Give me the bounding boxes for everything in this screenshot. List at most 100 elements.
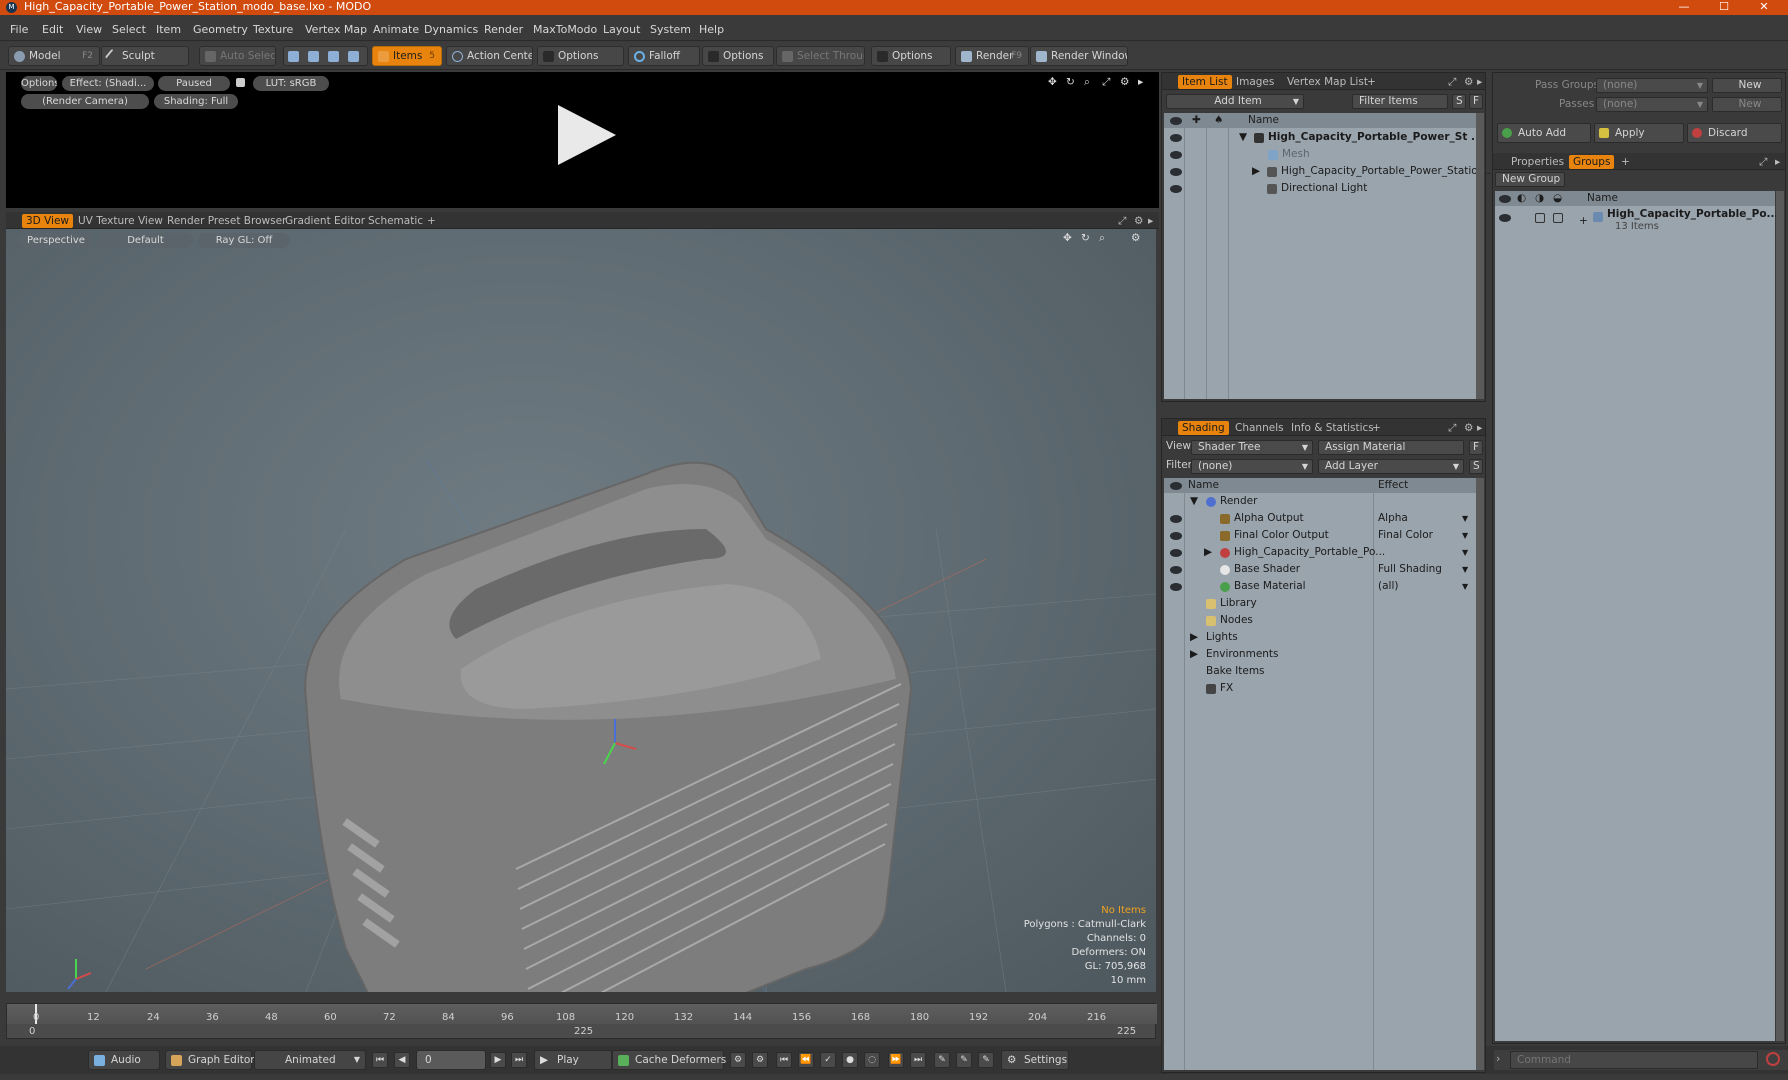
eye-icon[interactable] — [1170, 583, 1182, 591]
edge-mode-icon[interactable] — [308, 51, 319, 62]
3d-viewport[interactable]: Perspective Default Ray GL: Off ✥ ↻ ⌕ ⚙ … — [6, 229, 1156, 992]
chevron-down-icon[interactable]: ▼ — [1462, 561, 1468, 578]
panel-menu-icon[interactable]: ▸ — [1771, 155, 1784, 169]
effect-dropdown[interactable]: Effect: (Shadi... — [62, 76, 154, 91]
animated-dropdown[interactable]: Animated ▼ — [254, 1050, 366, 1070]
tab-properties[interactable]: Properties — [1507, 155, 1568, 169]
perspective-dropdown[interactable]: Perspective — [19, 233, 93, 248]
menu-dynamics[interactable]: Dynamics — [424, 23, 478, 36]
search-toggle-button[interactable]: S — [1452, 94, 1466, 109]
filter-toggle-button[interactable]: F — [1469, 440, 1483, 455]
lock-column-icon[interactable]: ◑ — [1535, 191, 1544, 206]
tab-uv-texture-view[interactable]: UV Texture View — [74, 214, 167, 228]
shader-row-lights[interactable]: ▶ Lights — [1164, 629, 1476, 646]
key-tool-icon[interactable]: ✎ — [978, 1052, 994, 1068]
panel-menu-icon[interactable]: ▸ — [1144, 214, 1157, 228]
select-through-button[interactable]: Select Through — [776, 46, 865, 66]
filter-toggle-button[interactable]: F — [1469, 94, 1483, 109]
cache-deformers-button[interactable]: Cache Deformers — [612, 1050, 726, 1070]
current-frame-input[interactable]: 0 — [416, 1050, 486, 1070]
menu-render[interactable]: Render — [484, 23, 523, 36]
maximize-view-icon[interactable]: ⤢ — [1102, 76, 1110, 89]
keyframe-icon[interactable]: ⚙ — [730, 1052, 746, 1068]
add-tab-icon[interactable]: + — [1368, 421, 1385, 435]
chevron-down-icon[interactable]: ▼ — [1462, 510, 1468, 527]
menu-vertex-map[interactable]: Vertex Map — [305, 23, 367, 36]
render-column-icon[interactable]: ◐ — [1517, 191, 1526, 206]
shader-row-environments[interactable]: ▶ Environments — [1164, 646, 1476, 663]
select-through-options-button[interactable]: Options — [871, 46, 951, 66]
apply-button[interactable]: Apply — [1594, 123, 1684, 143]
maximize-view-icon[interactable]: ⤢ — [1114, 214, 1130, 228]
new-group-button[interactable]: New Group — [1495, 172, 1565, 187]
panel-menu-icon[interactable]: ▸ — [1473, 75, 1486, 89]
action-center-button[interactable]: Action Center — [446, 46, 533, 66]
panel-menu-icon[interactable]: ▸ — [1138, 76, 1143, 88]
expand-arrow-icon[interactable]: ▼ — [1190, 493, 1198, 510]
shader-row-render[interactable]: ▼ Render — [1164, 493, 1476, 510]
raygl-dropdown[interactable]: Ray GL: Off — [198, 233, 290, 248]
expand-arrow-icon[interactable]: ▶ — [1252, 163, 1260, 180]
search-toggle-button[interactable]: S — [1469, 459, 1483, 474]
rotate-icon[interactable]: ↻ — [1066, 76, 1075, 88]
shader-row-base-shader[interactable]: Base Shader Full Shading ▼ — [1164, 561, 1476, 578]
sculpt-mode-button[interactable]: Sculpt — [101, 46, 189, 66]
eye-icon[interactable] — [1170, 482, 1182, 490]
tab-shading[interactable]: Shading — [1178, 421, 1229, 435]
menu-help[interactable]: Help — [699, 23, 724, 36]
effect-column-header[interactable]: Effect — [1378, 478, 1408, 493]
next-key-icon[interactable]: ⏭ — [910, 1052, 926, 1068]
groups-scrollbar[interactable] — [1776, 191, 1784, 1041]
auto-key-icon[interactable]: ◌ — [864, 1052, 880, 1068]
item-list-scrollbar[interactable] — [1476, 113, 1484, 399]
group-row[interactable]: + High_Capacity_Portable_Po... 13 Items — [1495, 208, 1779, 238]
chevron-down-icon[interactable]: ▼ — [1462, 578, 1468, 595]
step-forward-icon[interactable]: ▶ — [490, 1052, 506, 1068]
name-column-header[interactable]: Name — [1248, 113, 1279, 128]
tab-render-preset-browser[interactable]: Render Preset Browser — [163, 214, 290, 228]
paused-toggle[interactable]: Paused — [158, 76, 230, 91]
falloff-options-button[interactable]: Options — [702, 46, 774, 66]
shader-row-base-material[interactable]: Base Material (all) ▼ — [1164, 578, 1476, 595]
eye-icon[interactable] — [1170, 134, 1182, 142]
gear-icon[interactable]: ⚙ — [1120, 76, 1129, 88]
tab-info-statistics[interactable]: Info & Statistics — [1287, 421, 1378, 435]
eye-icon[interactable] — [1499, 214, 1511, 222]
eye-icon[interactable] — [1170, 532, 1182, 540]
shader-tree-scrollbar[interactable] — [1476, 478, 1484, 1070]
lock-column-icon[interactable]: ✚ — [1192, 113, 1201, 128]
menu-texture[interactable]: Texture — [253, 23, 293, 36]
zoom-icon[interactable]: ⌕ — [1099, 232, 1105, 245]
shader-row-fx[interactable]: FX — [1164, 680, 1476, 697]
action-center-options-button[interactable]: Options — [537, 46, 624, 66]
tab-gradient-editor[interactable]: Gradient Editor — [281, 214, 369, 228]
new-pass-group-button[interactable]: New — [1712, 78, 1782, 93]
menu-view[interactable]: View — [76, 23, 102, 36]
eye-icon[interactable] — [1170, 185, 1182, 193]
preview-options-button[interactable]: Options — [21, 76, 57, 91]
shader-row-final-color-output[interactable]: Final Color Output Final Color ▼ — [1164, 527, 1476, 544]
step-back-icon[interactable]: ◀ — [394, 1052, 410, 1068]
maximize-view-icon[interactable]: ⤢ — [1444, 421, 1460, 435]
panel-menu-icon[interactable]: ▸ — [1473, 421, 1486, 435]
close-icon[interactable]: ✕ — [1744, 0, 1784, 15]
menu-edit[interactable]: Edit — [42, 23, 63, 36]
shader-row-nodes[interactable]: Nodes — [1164, 612, 1476, 629]
select-column-icon[interactable]: ◒ — [1553, 191, 1562, 206]
material-mode-icon[interactable] — [348, 51, 359, 62]
power-station-model[interactable] — [304, 461, 913, 992]
select-checkbox[interactable] — [1553, 213, 1563, 223]
tree-row-directional-light[interactable]: Directional Light — [1164, 180, 1476, 197]
render-button[interactable]: Render F9 — [955, 46, 1029, 66]
go-to-end-icon[interactable]: ⏭ — [511, 1052, 527, 1068]
zoom-icon[interactable]: ⌕ — [1084, 76, 1090, 89]
move-icon[interactable]: ✥ — [1048, 76, 1057, 88]
polygon-mode-icon[interactable] — [328, 51, 339, 62]
stop-icon[interactable] — [1766, 1052, 1780, 1066]
default-style-dropdown[interactable]: Default — [98, 233, 193, 248]
tree-row-mesh[interactable]: Mesh — [1164, 146, 1476, 163]
rotate-icon[interactable]: ↻ — [1081, 232, 1090, 244]
chevron-down-icon[interactable]: ▼ — [1462, 544, 1468, 561]
lut-dropdown[interactable]: LUT: sRGB — [253, 76, 329, 91]
eye-icon[interactable] — [1170, 566, 1182, 574]
